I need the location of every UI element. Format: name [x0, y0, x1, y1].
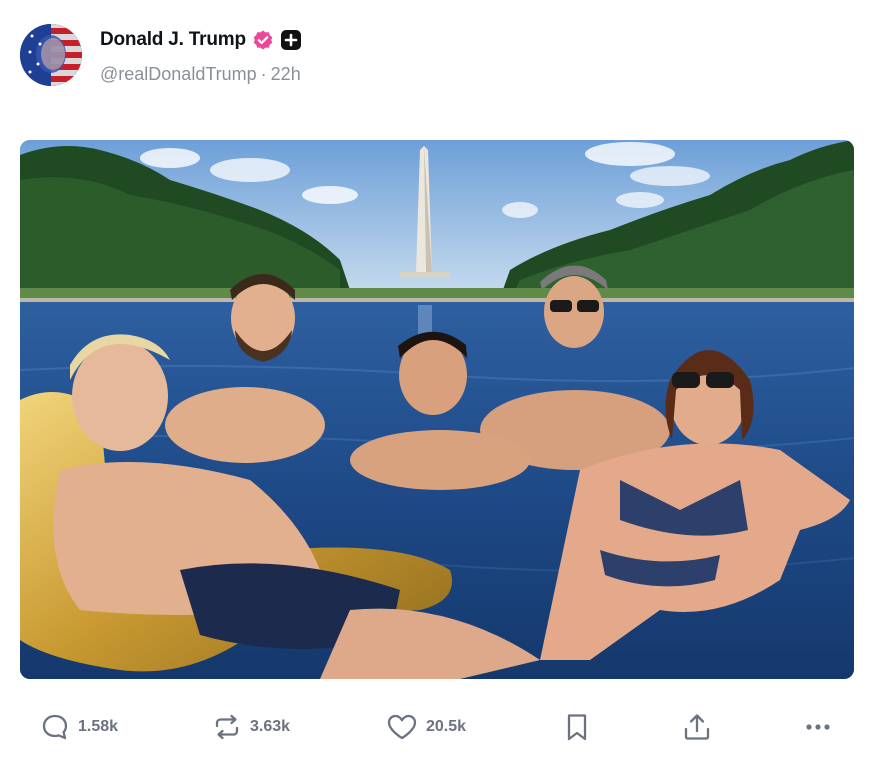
- more-dots-icon: [802, 712, 834, 742]
- post-time[interactable]: 22h: [271, 64, 301, 85]
- post-card: Donald J. Trump @realDonaldTrump · 22h 1…: [0, 0, 880, 772]
- author-name-row: Donald J. Trump: [100, 27, 302, 53]
- plus-square-icon: [280, 29, 302, 51]
- share-button[interactable]: [682, 706, 712, 748]
- verified-badge-icon: [252, 29, 274, 51]
- like-count: 20.5k: [426, 718, 467, 735]
- bookmark-button[interactable]: [564, 706, 590, 748]
- share-upload-icon: [682, 712, 712, 742]
- bookmark-icon: [564, 712, 590, 742]
- like-button[interactable]: 20.5k: [386, 706, 466, 748]
- author-handle[interactable]: @realDonaldTrump: [100, 64, 257, 85]
- author-display-name[interactable]: Donald J. Trump: [100, 29, 246, 51]
- reply-count: 1.58k: [78, 718, 119, 735]
- post-actions-bar: 1.58k 3.63k 20.5k: [0, 706, 880, 748]
- reply-button[interactable]: 1.58k: [40, 706, 118, 748]
- more-options-button[interactable]: [802, 706, 834, 748]
- heart-icon: [386, 712, 418, 742]
- meta-separator: ·: [260, 64, 267, 84]
- author-avatar[interactable]: [20, 24, 82, 86]
- repost-count: 3.63k: [250, 718, 291, 735]
- post-photo[interactable]: [20, 140, 854, 679]
- author-handle-row: @realDonaldTrump · 22h: [100, 64, 301, 85]
- repost-icon: [212, 712, 242, 742]
- repost-button[interactable]: 3.63k: [212, 706, 290, 748]
- reply-bubble-icon: [40, 712, 70, 742]
